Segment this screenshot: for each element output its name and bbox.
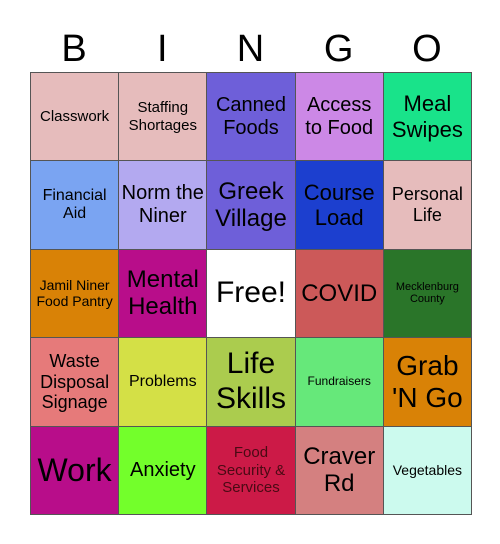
bingo-cell[interactable]: COVID [295, 249, 384, 339]
bingo-cell-label: Work [37, 451, 112, 488]
header-letter-i: I [157, 28, 168, 70]
bingo-cell[interactable]: Greek Village [207, 161, 296, 250]
bingo-cell[interactable]: Anxiety [119, 426, 208, 515]
bingo-cell-label: Mental Health [126, 265, 199, 321]
bingo-cell-label: Anxiety [129, 458, 196, 481]
bingo-cell-label: Fundraisers [307, 373, 371, 388]
bingo-cell[interactable]: Financial Aid [31, 161, 120, 250]
bingo-header: B I N G O [30, 26, 471, 72]
bingo-cell[interactable]: Life Skills [207, 338, 296, 427]
bingo-cell[interactable]: Classwork [31, 73, 120, 162]
bingo-cell-label: Staffing Shortages [128, 99, 197, 134]
bingo-cell[interactable]: Food Security & Services [207, 426, 296, 515]
bingo-cell-label: Vegetables [392, 462, 463, 479]
bingo-cell-label: Jamil Niner Food Pantry [36, 277, 113, 310]
header-letter-n: N [236, 28, 265, 70]
bingo-cell[interactable]: Staffing Shortages [119, 73, 208, 162]
bingo-cell[interactable]: Problems [119, 338, 208, 427]
bingo-cell[interactable]: Grab 'N Go [383, 338, 472, 427]
bingo-cell[interactable]: Meal Swipes [383, 73, 472, 162]
bingo-cell-label: Access to Food [305, 93, 374, 139]
bingo-cell-label: Financial Aid [42, 186, 107, 223]
bingo-cell-free[interactable]: Free! [207, 249, 296, 339]
bingo-cell-label: COVID [301, 279, 378, 307]
bingo-cell-label: Personal Life [391, 184, 463, 226]
bingo-cell[interactable]: Waste Disposal Signage [31, 338, 120, 427]
bingo-cell[interactable]: Course Load [295, 161, 384, 250]
bingo-cell-label: Greek Village [215, 177, 287, 233]
bingo-cell[interactable]: Norm the Niner [119, 161, 208, 250]
bingo-cell-label: Craver Rd [303, 442, 376, 498]
bingo-cell-label: Classwork [40, 108, 110, 126]
bingo-cell[interactable]: Fundraisers [295, 338, 384, 427]
bingo-cell[interactable]: Jamil Niner Food Pantry [31, 249, 120, 339]
header-letter-g: G [323, 28, 354, 70]
bingo-cell-label: Mecklenburg County [395, 280, 459, 306]
bingo-cell[interactable]: Craver Rd [295, 426, 384, 515]
bingo-cell[interactable]: Work [31, 426, 120, 515]
bingo-cell-label: Life Skills [215, 347, 286, 415]
bingo-cell-label: Course Load [303, 179, 375, 231]
bingo-cell[interactable]: Personal Life [383, 161, 472, 250]
bingo-cell[interactable]: Mecklenburg County [383, 249, 472, 339]
bingo-cell-label: Norm the Niner [121, 182, 204, 228]
bingo-cell-label: Food Security & Services [216, 444, 286, 496]
bingo-grid: Classwork Staffing Shortages Canned Foods A… [30, 72, 472, 515]
bingo-cell-label: Waste Disposal Signage [40, 350, 110, 413]
bingo-cell[interactable]: Mental Health [119, 249, 208, 339]
bingo-cell-label: Grab 'N Go [392, 349, 463, 413]
bingo-cell[interactable]: Access to Food [295, 73, 384, 162]
bingo-cell[interactable]: Vegetables [383, 426, 472, 515]
header-letter-o: O [412, 28, 442, 70]
bingo-cell-label: Canned Foods [215, 93, 287, 139]
bingo-cell-label: Problems [129, 372, 197, 390]
bingo-cell[interactable]: Canned Foods [207, 73, 296, 162]
bingo-cell-label: Free! [215, 276, 286, 310]
header-letter-b: B [61, 28, 87, 70]
bingo-cell-label: Meal Swipes [391, 91, 463, 142]
